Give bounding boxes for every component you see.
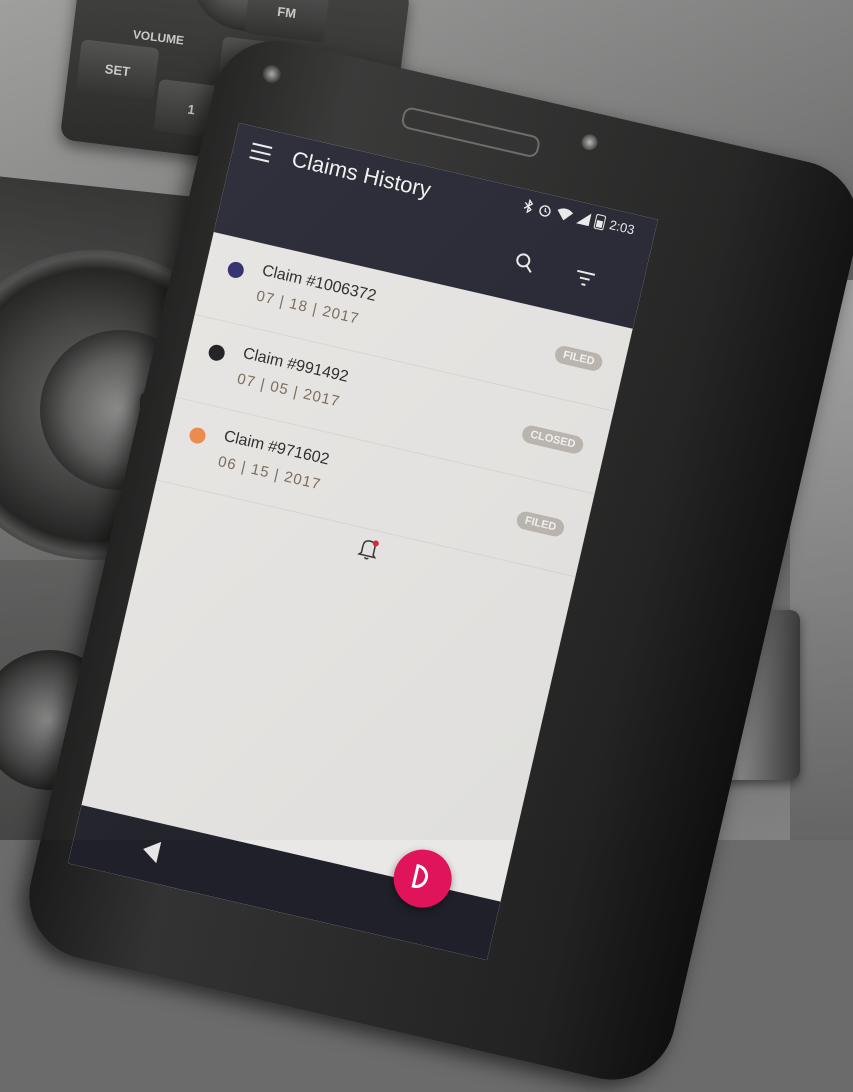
new-claim-button[interactable]	[387, 843, 458, 914]
wifi-icon	[557, 208, 574, 221]
status-badge: FILED	[515, 509, 566, 539]
battery-icon	[593, 213, 607, 231]
search-icon[interactable]	[513, 251, 537, 275]
bell-icon[interactable]	[354, 535, 383, 564]
front-camera	[260, 63, 283, 85]
bluetooth-icon	[523, 198, 534, 214]
volume-label: VOLUME	[132, 27, 185, 48]
status-badge: FILED	[553, 344, 605, 373]
alarm-icon	[539, 204, 551, 217]
status-bar: 2:03	[522, 197, 636, 237]
fm-button: FM	[243, 0, 330, 43]
status-time: 2:03	[607, 217, 636, 238]
earpiece-speaker	[400, 105, 542, 159]
bottom-nav-bar	[67, 804, 501, 961]
set-button: SET	[75, 39, 160, 101]
menu-icon[interactable]	[249, 142, 273, 163]
signal-icon	[575, 213, 592, 227]
claim-status-dot	[187, 425, 208, 446]
proximity-sensor	[579, 132, 600, 152]
claim-status-dot	[207, 343, 227, 363]
page-title: Claims History	[289, 146, 434, 203]
back-icon[interactable]	[140, 838, 162, 864]
filter-icon[interactable]	[573, 269, 596, 289]
claim-status-dot	[226, 260, 246, 280]
status-badge: CLOSED	[520, 423, 585, 456]
